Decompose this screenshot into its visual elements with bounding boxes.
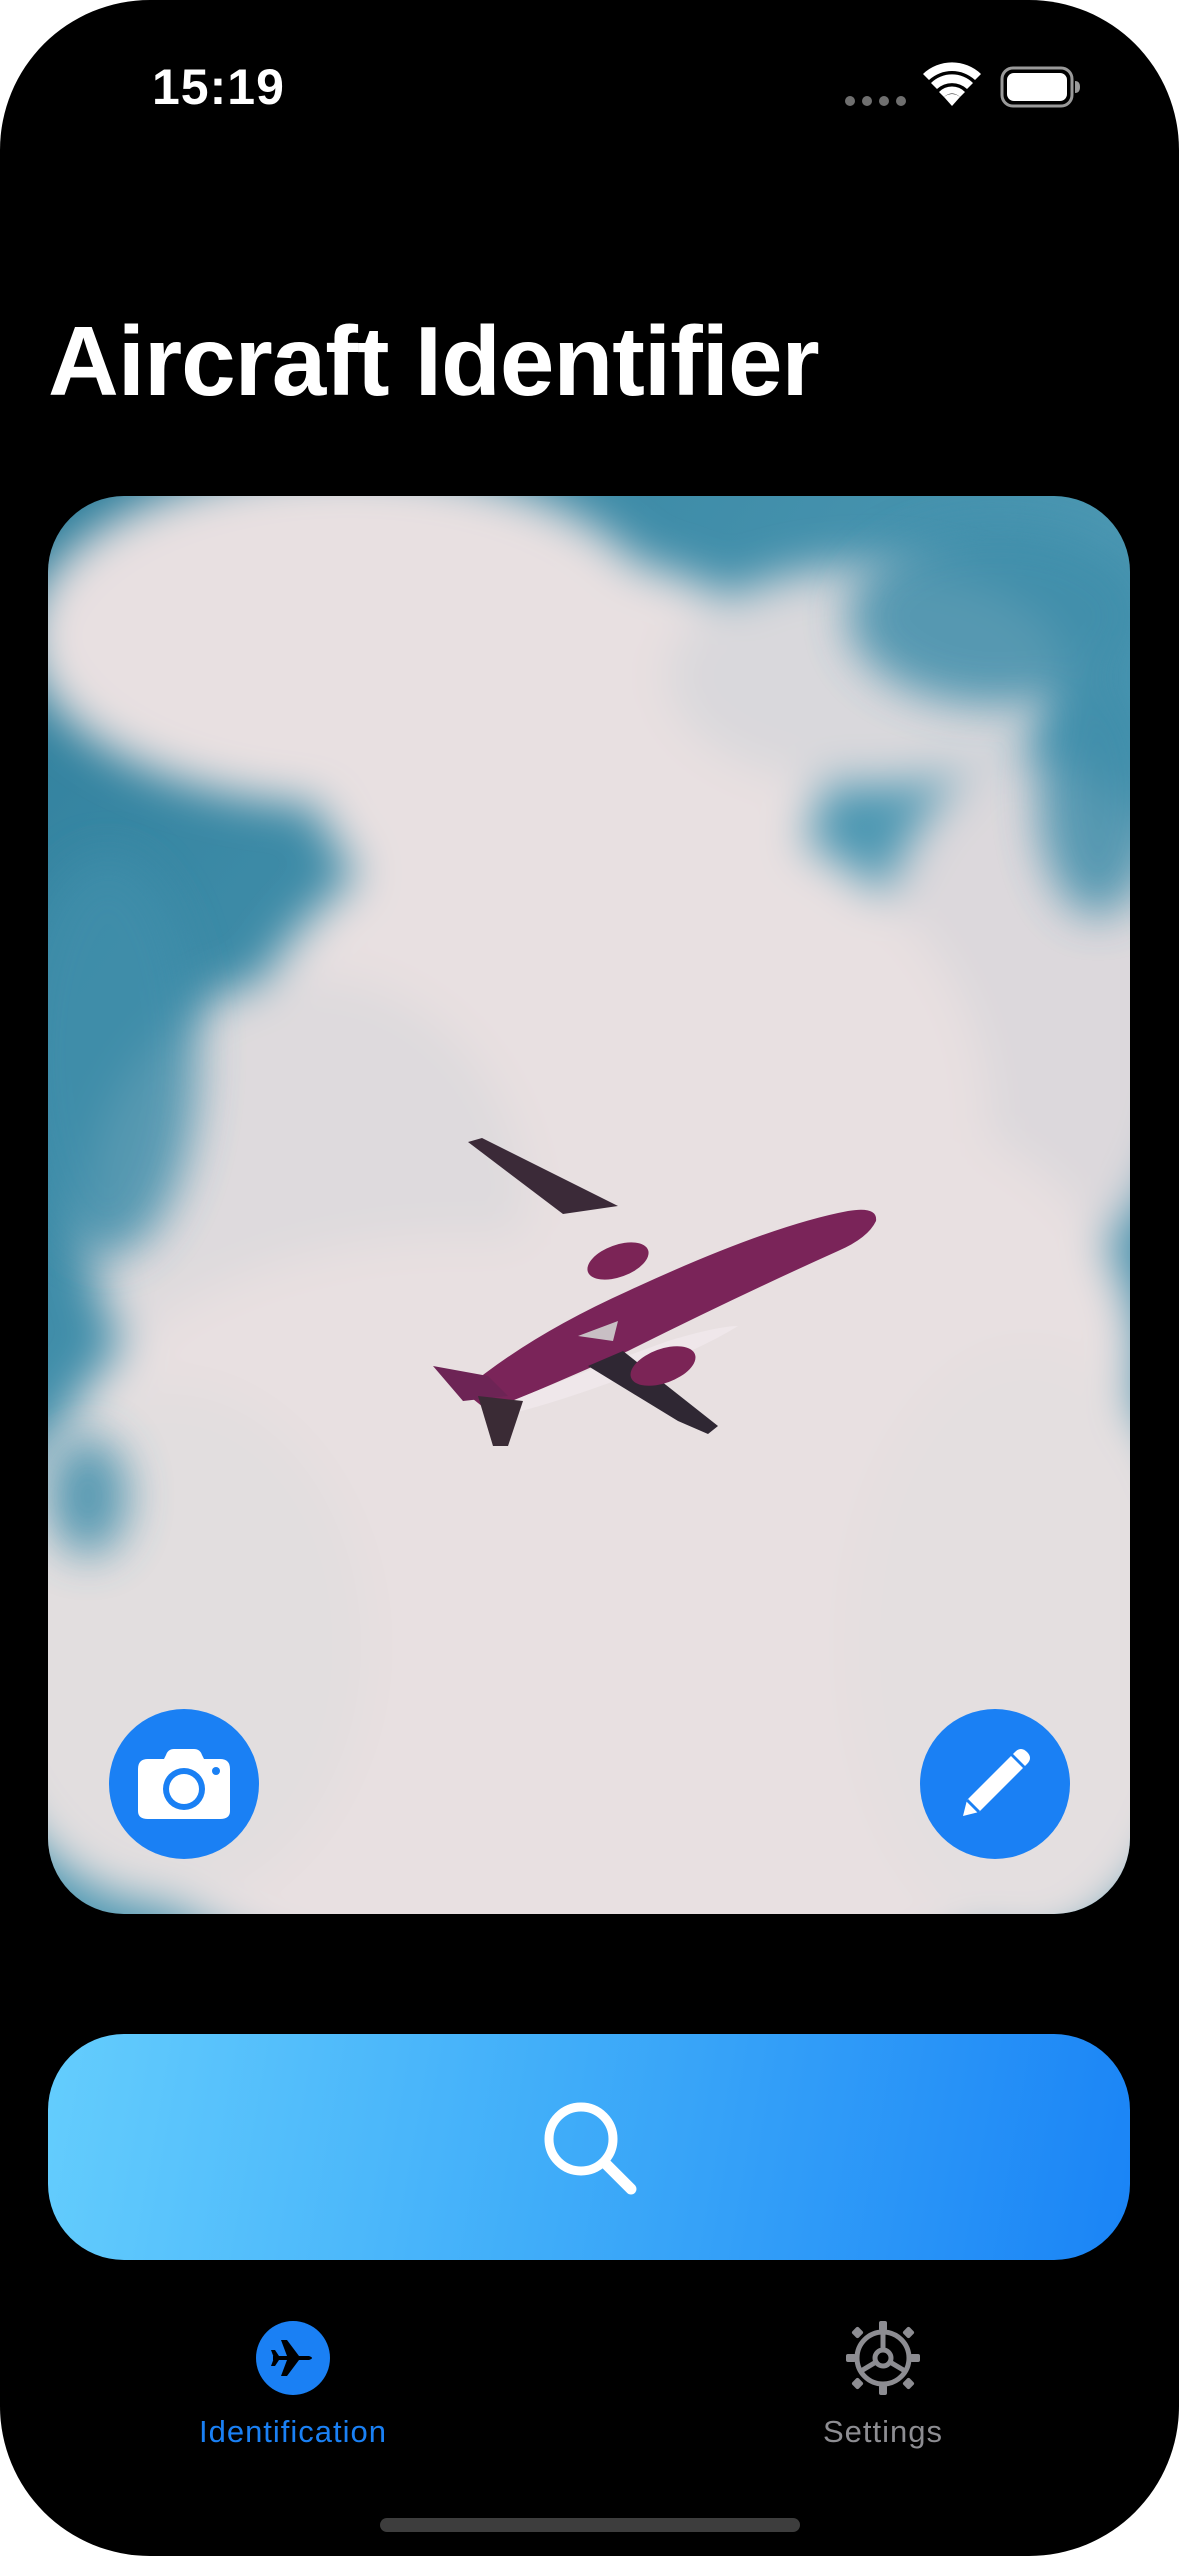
tab-settings[interactable]: Settings	[753, 2318, 1013, 2450]
cellular-dots-icon	[845, 96, 906, 106]
page-title: Aircraft Identifier	[48, 306, 820, 416]
camera-button[interactable]	[109, 1709, 259, 1859]
airplane-sky-photo	[48, 496, 1130, 1914]
edit-button[interactable]	[920, 1709, 1070, 1859]
tab-settings-label: Settings	[822, 2414, 943, 2449]
app-screen: 15:19 Aircraft Identifier Identification…	[0, 0, 1179, 2556]
status-time: 15:19	[152, 59, 285, 115]
camera-icon	[138, 1749, 230, 1819]
identify-search-button[interactable]	[48, 2034, 1130, 2260]
magnifying-glass-icon	[544, 2102, 637, 2195]
gear-icon	[846, 2321, 920, 2395]
tab-identification[interactable]: Identification	[163, 2318, 423, 2450]
home-indicator[interactable]	[380, 2518, 800, 2532]
tab-identification-label: Identification	[198, 2414, 388, 2449]
pencil-icon	[963, 1749, 1030, 1816]
battery-icon	[1000, 66, 1080, 108]
wifi-icon	[923, 62, 981, 106]
aircraft-photo[interactable]	[48, 496, 1130, 1914]
airplane-circle-icon	[256, 2321, 330, 2395]
